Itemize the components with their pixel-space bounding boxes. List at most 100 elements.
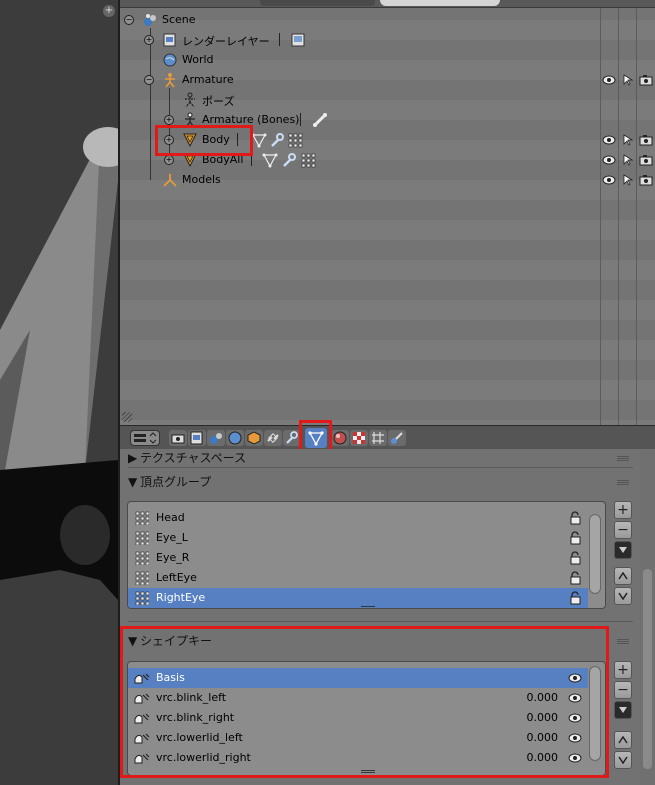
visibility-eye-icon[interactable] bbox=[602, 153, 616, 167]
resize-corner-icon[interactable] bbox=[122, 412, 132, 422]
vertex-group-item[interactable]: Head bbox=[128, 508, 588, 528]
add-vertex-group-button[interactable]: + bbox=[614, 501, 632, 519]
outliner-row-armature[interactable]: − Armature bbox=[120, 70, 655, 90]
expand-icon[interactable]: + bbox=[164, 115, 174, 125]
outliner-row-world[interactable]: World bbox=[120, 50, 655, 70]
vertex-group-item[interactable]: Eye_R bbox=[128, 548, 588, 568]
render-camera-icon[interactable] bbox=[639, 153, 653, 167]
texture-tab-icon[interactable] bbox=[350, 430, 368, 446]
expand-icon[interactable]: + bbox=[144, 35, 154, 45]
select-cursor-icon[interactable] bbox=[621, 153, 635, 167]
render-tab-icon[interactable] bbox=[169, 430, 187, 446]
editor-type-dropdown[interactable] bbox=[130, 430, 160, 446]
outliner-header bbox=[120, 0, 655, 8]
render-layers-tab-icon[interactable] bbox=[188, 430, 206, 446]
vertex-group-icon bbox=[134, 590, 150, 606]
separator bbox=[279, 33, 280, 46]
lock-icon[interactable] bbox=[568, 571, 582, 585]
mesh-data-icon bbox=[262, 152, 278, 168]
panel-vertex-groups[interactable]: ▼ 頂点グループ bbox=[128, 473, 633, 493]
outliner-label: World bbox=[182, 53, 214, 66]
shape-key-specials-button[interactable] bbox=[614, 701, 632, 719]
move-down-button[interactable] bbox=[614, 751, 632, 769]
render-camera-icon[interactable] bbox=[639, 173, 653, 187]
vertex-groups-list[interactable]: Head Eye_L Eye_R LeftEye RightEye bbox=[127, 501, 606, 609]
panel-grip-icon[interactable] bbox=[617, 456, 629, 461]
collapse-icon[interactable]: − bbox=[144, 75, 154, 85]
panel-grip-icon[interactable] bbox=[617, 480, 629, 485]
constraints-tab-icon[interactable] bbox=[264, 430, 282, 446]
render-layer-icon bbox=[162, 32, 178, 48]
viewport-scene bbox=[0, 127, 118, 600]
scrollbar-thumb[interactable] bbox=[643, 569, 652, 769]
select-cursor-icon[interactable] bbox=[621, 173, 635, 187]
outliner-label: Armature bbox=[182, 73, 234, 86]
outliner-row-models[interactable]: Models bbox=[120, 170, 655, 190]
vertex-group-icon bbox=[287, 132, 303, 148]
visibility-eye-icon[interactable] bbox=[602, 133, 616, 147]
list-scrollbar[interactable] bbox=[589, 514, 601, 594]
remove-vertex-group-button[interactable]: − bbox=[614, 521, 632, 539]
outliner[interactable]: − Scene + レンダーレイヤー World − Armature ポーズ … bbox=[120, 0, 655, 425]
viewport-expand-icon[interactable]: + bbox=[103, 5, 115, 17]
lock-icon[interactable] bbox=[568, 591, 582, 605]
visibility-eye-icon[interactable] bbox=[602, 73, 616, 87]
vertex-group-item[interactable]: Eye_L bbox=[128, 528, 588, 548]
vertex-group-item[interactable]: LeftEye bbox=[128, 568, 588, 588]
world-tab-icon[interactable] bbox=[226, 430, 244, 446]
list-resize-handle[interactable] bbox=[361, 606, 375, 608]
outliner-row-scene[interactable]: − Scene bbox=[120, 10, 655, 30]
panel-grip-icon[interactable] bbox=[617, 639, 629, 644]
expand-icon[interactable]: + bbox=[164, 155, 174, 165]
outliner-label: レンダーレイヤー bbox=[182, 35, 270, 48]
mesh-data-icon bbox=[251, 132, 267, 148]
outliner-row-render-layer[interactable]: + レンダーレイヤー bbox=[120, 30, 655, 50]
wrench-modifier-icon bbox=[269, 132, 285, 148]
scene-icon bbox=[142, 12, 158, 28]
3d-viewport[interactable]: + bbox=[0, 0, 118, 785]
lock-icon[interactable] bbox=[568, 511, 582, 525]
particles-tab-icon[interactable] bbox=[369, 430, 387, 446]
bone-icon bbox=[312, 112, 328, 128]
outliner-label: Scene bbox=[162, 13, 196, 26]
properties-header bbox=[120, 420, 655, 454]
lock-icon[interactable] bbox=[568, 551, 582, 565]
move-up-button[interactable] bbox=[614, 731, 632, 749]
render-camera-icon[interactable] bbox=[639, 133, 653, 147]
vertex-group-icon bbox=[134, 570, 150, 586]
panel-texture-space[interactable]: ▶ テクスチャスペース bbox=[128, 449, 633, 469]
wrench-modifier-icon bbox=[281, 152, 297, 168]
object-tab-icon[interactable] bbox=[245, 430, 263, 446]
visibility-eye-icon[interactable] bbox=[602, 173, 616, 187]
collapse-icon[interactable]: − bbox=[124, 15, 134, 25]
add-shape-key-button[interactable]: + bbox=[614, 661, 632, 679]
vertex-group-icon bbox=[300, 152, 316, 168]
outliner-row-pose[interactable]: ポーズ bbox=[120, 90, 655, 110]
outliner-label: ポーズ bbox=[202, 95, 235, 108]
material-tab-icon[interactable] bbox=[331, 430, 349, 446]
physics-tab-icon[interactable] bbox=[388, 430, 406, 446]
remove-shape-key-button[interactable]: − bbox=[614, 681, 632, 699]
highlight-box-body bbox=[155, 125, 253, 156]
render-camera-icon[interactable] bbox=[639, 73, 653, 87]
highlight-box-shape-keys bbox=[120, 626, 609, 778]
lock-icon[interactable] bbox=[568, 531, 582, 545]
display-mode-dropdown[interactable] bbox=[260, 0, 375, 6]
select-cursor-icon[interactable] bbox=[621, 133, 635, 147]
move-up-button[interactable] bbox=[614, 567, 632, 585]
armature-icon bbox=[162, 72, 178, 88]
collapsed-triangle-icon: ▶ bbox=[128, 451, 138, 465]
select-cursor-icon[interactable] bbox=[621, 73, 635, 87]
pose-icon bbox=[182, 92, 198, 108]
expanded-triangle-icon: ▼ bbox=[128, 475, 138, 489]
outliner-search-field[interactable] bbox=[380, 0, 500, 6]
vertex-group-item-selected[interactable]: RightEye bbox=[128, 588, 588, 608]
render-layer-data-icon bbox=[290, 32, 306, 48]
empty-icon bbox=[162, 172, 178, 188]
properties-scrollbar[interactable] bbox=[640, 449, 655, 785]
vertex-group-icon bbox=[134, 530, 150, 546]
move-down-button[interactable] bbox=[614, 587, 632, 605]
scene-tab-icon[interactable] bbox=[207, 430, 225, 446]
outliner-label: Models bbox=[182, 173, 221, 186]
vertex-group-specials-button[interactable] bbox=[614, 541, 632, 559]
